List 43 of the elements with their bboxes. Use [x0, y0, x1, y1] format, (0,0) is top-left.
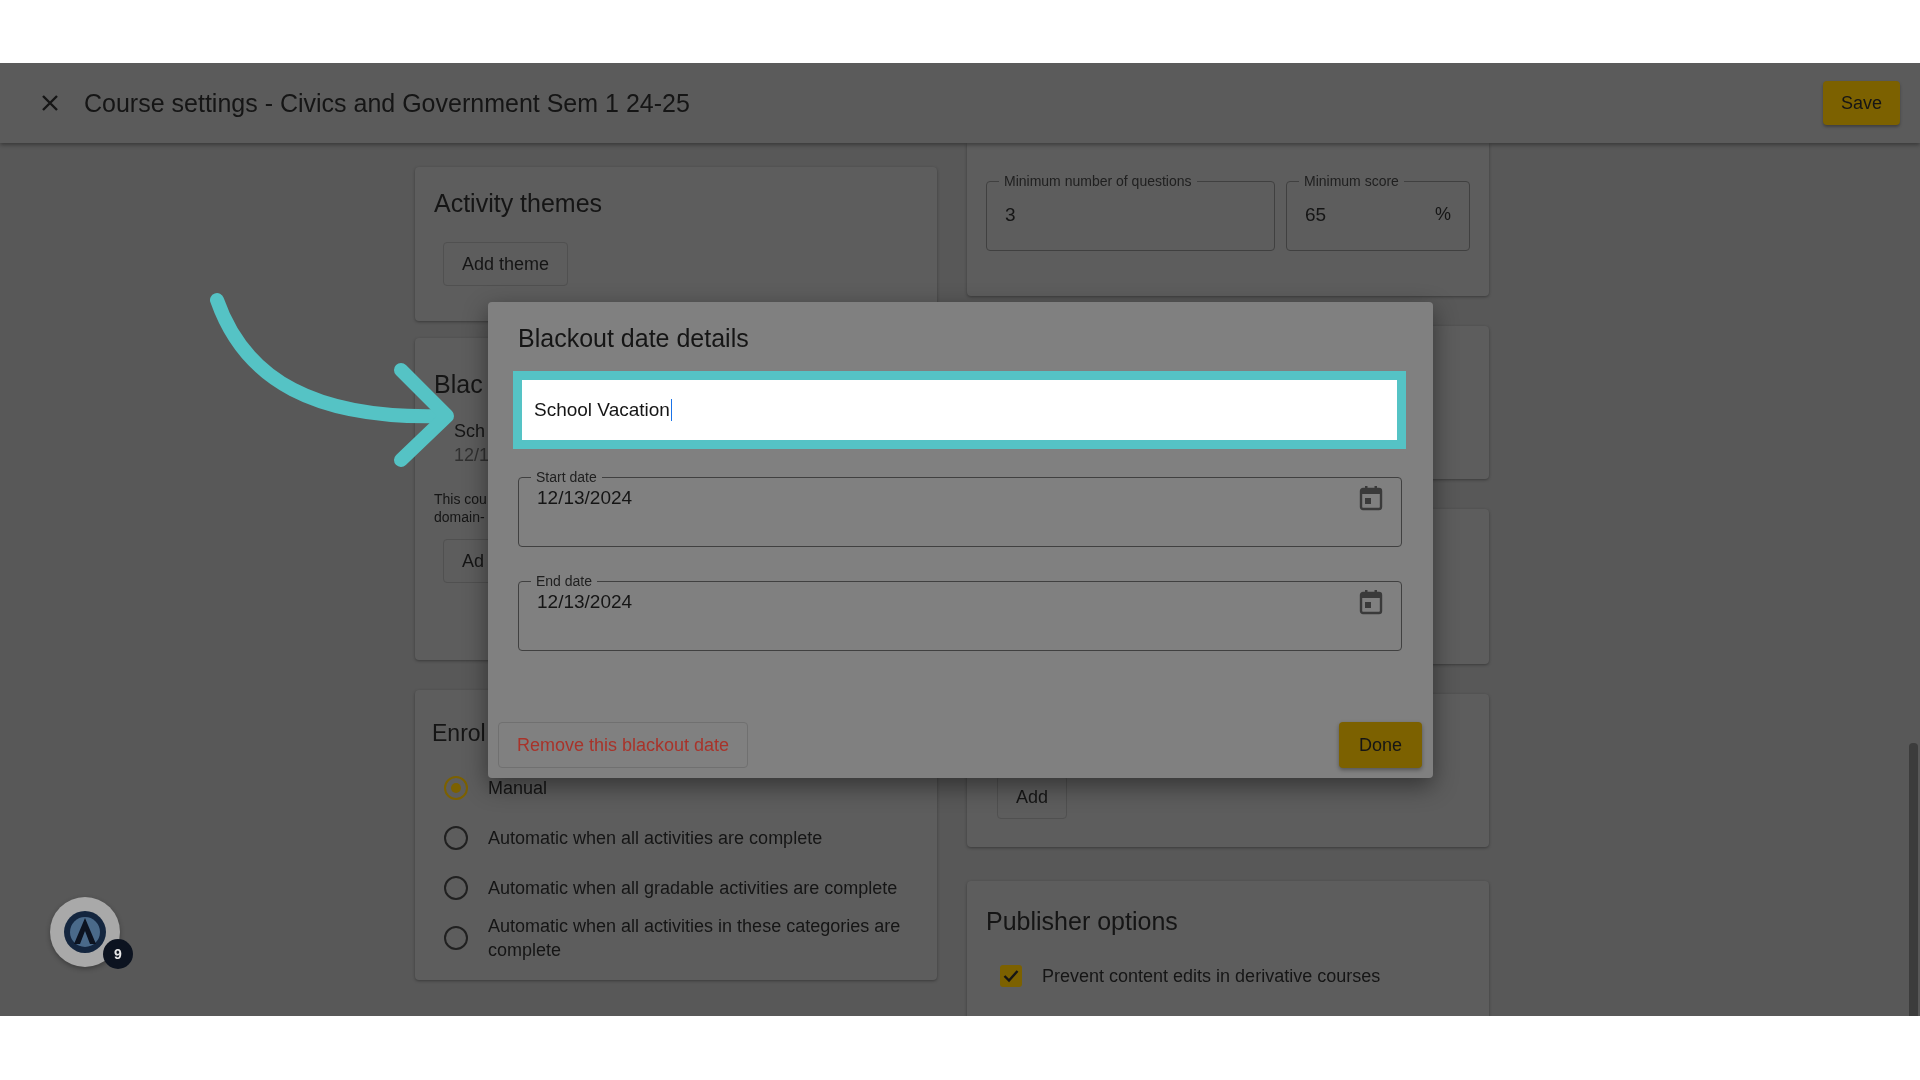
field-value: 65: [1305, 203, 1327, 227]
percent-suffix: %: [1435, 204, 1451, 226]
field-label: End date: [535, 573, 594, 589]
radio-button[interactable]: [444, 826, 468, 850]
option-label: Automatic when all activities are complete: [488, 826, 823, 850]
radio-button[interactable]: [444, 876, 468, 900]
date-field[interactable]: End date 12/13/2024: [518, 573, 1402, 651]
option-label: Automatic when all activities in these categories are complete: [488, 914, 902, 962]
section-title: Publisher options: [986, 907, 1178, 936]
save-button[interactable]: Save: [1822, 81, 1900, 125]
field-value: 12/13/2024: [537, 591, 633, 614]
option-label: Manual: [488, 776, 548, 800]
calendar-icon[interactable]: [1359, 485, 1383, 511]
number-field[interactable]: Minimum number of questions 3: [986, 173, 1275, 251]
calendar-icon[interactable]: [1359, 589, 1383, 615]
remove-button[interactable]: Remove this blackout date: [498, 722, 749, 768]
checkbox-label: Prevent content edits in derivative courses: [1042, 965, 1381, 988]
close-icon: [41, 94, 59, 112]
radio-button[interactable]: [444, 926, 468, 950]
field-label: Minimum score: [1303, 173, 1400, 189]
note-text: This cou: [434, 489, 487, 509]
field-label: Minimum number of questions: [1003, 173, 1193, 189]
dialog-title: Blackout date details: [518, 324, 750, 353]
section-title: Enrol: [432, 720, 486, 747]
name-field[interactable]: School Vacation: [513, 371, 1406, 449]
field-value: 3: [1005, 203, 1016, 227]
field-value: 12/13/2024: [537, 487, 633, 510]
add-button[interactable]: Add: [997, 775, 1068, 819]
section-title: Activity themes: [434, 189, 603, 218]
logo-icon: [63, 910, 107, 954]
add-theme-button[interactable]: Add theme: [443, 242, 569, 286]
field-value: School Vacation: [534, 399, 670, 421]
radio-button[interactable]: [444, 776, 468, 800]
blackout-name: Sch: [454, 420, 487, 443]
note-text: domain-: [434, 508, 486, 528]
done-button[interactable]: Done: [1338, 722, 1422, 768]
checkbox[interactable]: [1000, 965, 1022, 988]
page-title: Course settings - Civics and Government Sem 1 24-25: [84, 88, 691, 118]
option-label: Automatic when all gradable activities are complete: [488, 876, 898, 900]
date-field[interactable]: Start date 12/13/2024: [518, 469, 1402, 547]
field-label: Start date: [535, 469, 598, 485]
number-field[interactable]: Minimum score 65 %: [1286, 173, 1470, 251]
section-title: Blac: [434, 370, 483, 399]
